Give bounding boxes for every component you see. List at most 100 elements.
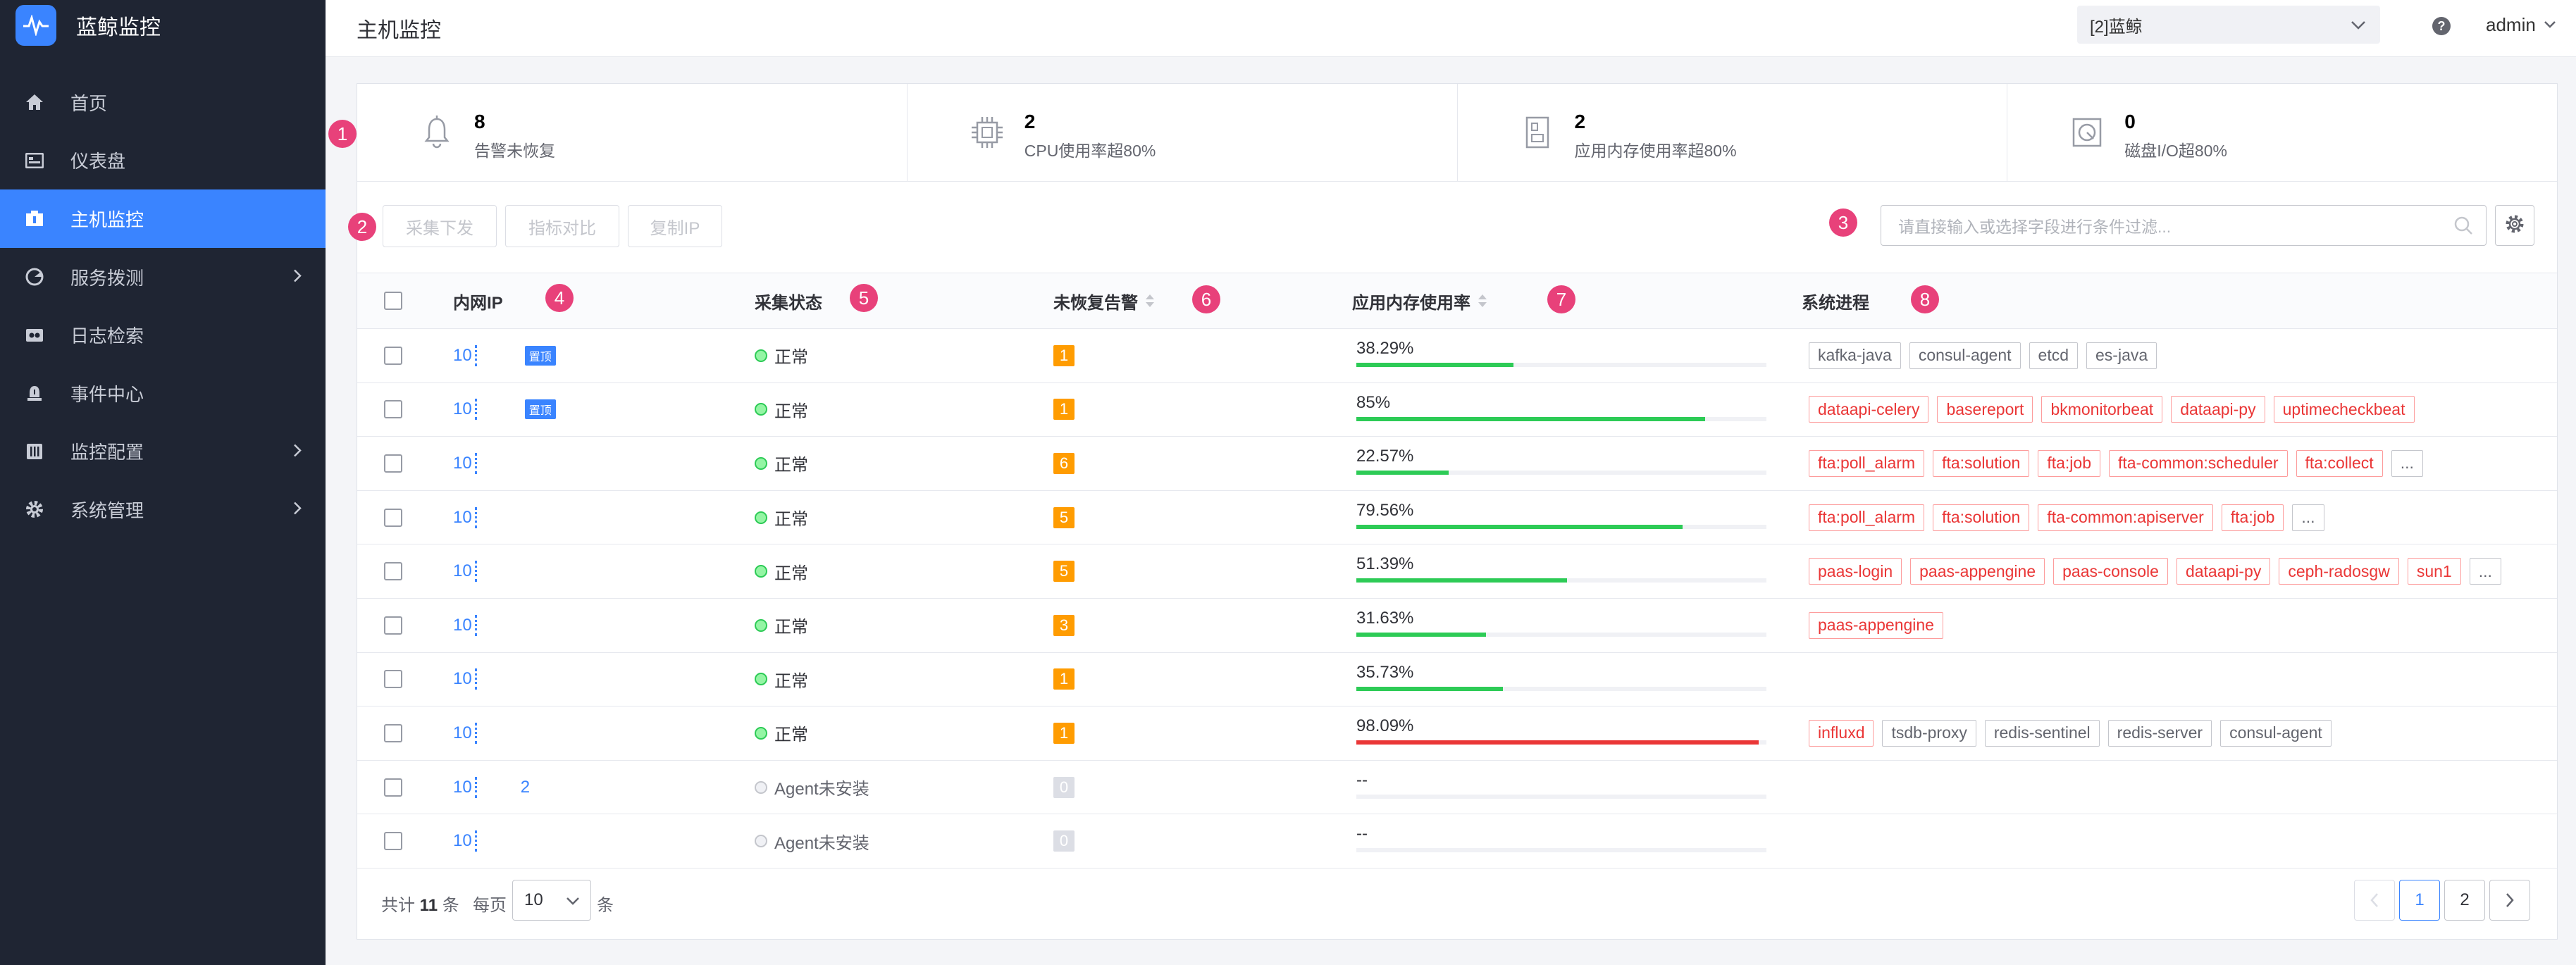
ip-cell[interactable]: 10: [453, 814, 521, 868]
column-memory[interactable]: 应用内存使用率: [1352, 273, 1487, 328]
alarm-count-badge[interactable]: 1: [1053, 722, 1075, 744]
collect-deploy-button[interactable]: 采集下发: [383, 205, 497, 247]
page-button-1[interactable]: 1: [2399, 880, 2440, 921]
row-checkbox[interactable]: [384, 653, 402, 706]
more-processes-button[interactable]: ...: [2391, 449, 2423, 477]
alarm-count-badge[interactable]: 0: [1053, 830, 1075, 852]
table-row[interactable]: 10 正常 5 51.39% paas-login paas-appengine paas-…: [357, 544, 2557, 599]
sort-icon[interactable]: [1145, 293, 1155, 309]
status-text: 正常: [774, 348, 808, 368]
row-checkbox[interactable]: [384, 814, 402, 868]
sidebar-item-label: 首页: [70, 92, 108, 114]
page-button-2[interactable]: 2: [2444, 880, 2485, 921]
sort-icon[interactable]: [1478, 293, 1487, 309]
row-checkbox[interactable]: [384, 599, 402, 652]
table-row[interactable]: 10 置顶 正常 1 85% dataapi-celery basereport bkmoni…: [357, 383, 2557, 437]
ip-cell[interactable]: 10: [453, 437, 521, 490]
stat-cpu-over[interactable]: 2 CPU使用率超80%: [908, 84, 1458, 181]
ip-link[interactable]: 10: [453, 399, 472, 419]
sidebar-item-uptime-check[interactable]: 服务拨测: [0, 248, 326, 306]
copy-ip-button[interactable]: 复制IP: [628, 205, 722, 247]
ip-cell[interactable]: 10 2: [453, 761, 530, 814]
ip-link[interactable]: 10: [453, 723, 472, 743]
ip-cell[interactable]: 10: [453, 491, 521, 544]
ip-cell[interactable]: 10: [453, 599, 521, 652]
filter-search-input[interactable]: 请直接输入或选择字段进行条件过滤...: [1881, 205, 2487, 246]
alarm-count-badge[interactable]: 1: [1053, 344, 1075, 366]
row-checkbox[interactable]: [384, 437, 402, 490]
ip-cell[interactable]: 10 置顶: [453, 383, 556, 437]
alarm-count-badge[interactable]: 1: [1053, 399, 1075, 421]
ip-cell[interactable]: 10 置顶: [453, 329, 556, 382]
ip-link[interactable]: 10: [453, 616, 472, 635]
ip-link[interactable]: 10: [453, 778, 472, 797]
memory-usage-bar: [1356, 848, 1766, 853]
masked-ip: [474, 344, 521, 366]
process-tag: kafka-java: [1809, 342, 1901, 369]
stat-memory-over[interactable]: 2 应用内存使用率超80%: [1458, 84, 2008, 181]
per-page-select[interactable]: 10: [512, 880, 591, 921]
table-row[interactable]: 10 正常 6 22.57% fta:poll_alarm fta:solution fta…: [357, 437, 2557, 491]
process-tag: fta-common:apiserver: [2038, 504, 2213, 531]
column-settings-button[interactable]: [2495, 205, 2534, 246]
app-name: 蓝鲸监控: [76, 16, 161, 39]
memory-usage-bar: [1356, 524, 1766, 529]
row-checkbox[interactable]: [384, 761, 402, 814]
sidebar-item-dashboard[interactable]: 仪表盘: [0, 132, 326, 190]
memory-usage-text: 38.29%: [1356, 339, 1414, 358]
alarm-count-badge[interactable]: 6: [1053, 452, 1075, 474]
column-alarms[interactable]: 未恢复告警: [1053, 273, 1155, 328]
table-row[interactable]: 10 2 Agent未安装 0 --: [357, 761, 2557, 815]
row-checkbox[interactable]: [384, 544, 402, 598]
alarm-count-badge[interactable]: 5: [1053, 506, 1075, 528]
business-select[interactable]: [2]蓝鲸: [2077, 6, 2380, 44]
status-dot-icon: [755, 618, 767, 632]
row-checkbox[interactable]: [384, 383, 402, 437]
sidebar-item-system-admin[interactable]: 系统管理: [0, 480, 326, 539]
sidebar-item-host-monitor[interactable]: 主机监控: [0, 189, 326, 248]
process-tag: dataapi-celery: [1809, 396, 1929, 423]
username: admin: [2486, 14, 2536, 35]
ip-cell[interactable]: 10: [453, 706, 521, 760]
ip-link[interactable]: 10: [453, 508, 472, 528]
next-page-button[interactable]: [2489, 880, 2530, 921]
alarm-count-badge[interactable]: 0: [1053, 776, 1075, 798]
ip-link[interactable]: 10: [453, 561, 472, 581]
masked-ip: [474, 561, 521, 583]
table-row[interactable]: 10 正常 1 98.09% influxd tsdb-proxy redis-sentin…: [357, 706, 2557, 761]
stat-disk-io-over[interactable]: 0 磁盘I/O超80%: [2007, 84, 2557, 181]
ip-link[interactable]: 10: [453, 669, 472, 689]
row-checkbox[interactable]: [384, 329, 402, 382]
alarm-count-badge[interactable]: 5: [1053, 561, 1075, 583]
ip-cell[interactable]: 10: [453, 544, 521, 598]
ip-cell[interactable]: 10: [453, 653, 521, 706]
ip-link[interactable]: 10: [453, 454, 472, 473]
process-cell: kafka-java consul-agent etcd es-java: [1809, 329, 2165, 382]
chevron-right-icon: [293, 266, 302, 288]
table-row[interactable]: 10 置顶 正常 1 38.29% kafka-java consul-agent etcd e…: [357, 329, 2557, 383]
table-row[interactable]: 10 正常 3 31.63% paas-appengine: [357, 599, 2557, 653]
ip-link[interactable]: 10: [453, 831, 472, 851]
metric-compare-button[interactable]: 指标对比: [505, 205, 619, 247]
row-checkbox[interactable]: [384, 706, 402, 760]
help-icon[interactable]: ?: [2432, 17, 2451, 35]
sidebar-item-log-search[interactable]: 日志检索: [0, 306, 326, 364]
select-all-checkbox[interactable]: [384, 273, 402, 328]
stat-unrecovered-alarms[interactable]: 8 告警未恢复: [357, 84, 908, 181]
sidebar-item-monitor-config[interactable]: 监控配置: [0, 423, 326, 481]
user-menu[interactable]: admin: [2486, 14, 2557, 36]
table-row[interactable]: 10 正常 5 79.56% fta:poll_alarm fta:solution fta…: [357, 491, 2557, 545]
alarm-count-badge[interactable]: 3: [1053, 614, 1075, 636]
row-checkbox[interactable]: [384, 491, 402, 544]
table-row[interactable]: 10 正常 1 35.73%: [357, 653, 2557, 707]
prev-page-button[interactable]: [2354, 880, 2395, 921]
status-dot-icon: [755, 780, 767, 794]
alarm-count-badge[interactable]: 1: [1053, 668, 1075, 690]
more-processes-button[interactable]: ...: [2292, 504, 2324, 531]
sidebar-item-event-center[interactable]: 事件中心: [0, 364, 326, 423]
ip-link[interactable]: 10: [453, 346, 472, 366]
more-processes-button[interactable]: ...: [2469, 558, 2501, 585]
sidebar-item-home[interactable]: 首页: [0, 73, 326, 132]
brand[interactable]: 蓝鲸监控: [0, 0, 326, 51]
table-row[interactable]: 10 Agent未安装 0 --: [357, 814, 2557, 868]
